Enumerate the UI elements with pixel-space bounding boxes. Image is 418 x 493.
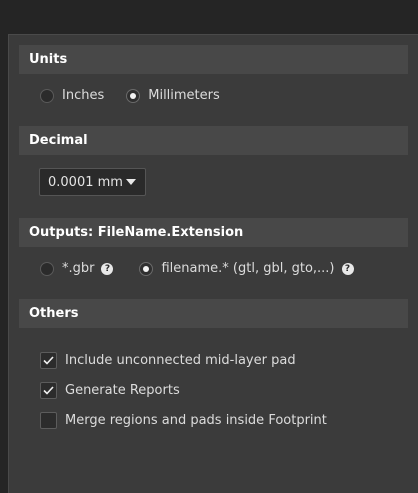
radio-circle-icon [40, 261, 54, 276]
options-panel: Units Inches Millimeters Decimal 0.0001 … [8, 34, 418, 493]
checkbox-include-unconnected-label: Include unconnected mid-layer pad [65, 353, 296, 368]
decimal-dropdown[interactable]: 0.0001 mm [39, 168, 146, 196]
help-icon[interactable]: ? [341, 262, 354, 275]
others-header: Others [19, 299, 408, 328]
checkbox-merge-regions-label: Merge regions and pads inside Footprint [65, 413, 327, 428]
units-millimeters-radio[interactable]: Millimeters [126, 88, 220, 103]
outputs-options: *.gbr ? filename.* (gtl, gbl, gto,...) ? [40, 261, 354, 276]
help-icon[interactable]: ? [101, 262, 114, 275]
outputs-filename-radio[interactable]: filename.* (gtl, gbl, gto,...) [139, 261, 335, 276]
outputs-header: Outputs: FileName.Extension [19, 218, 408, 247]
radio-circle-icon [40, 88, 54, 103]
units-inches-radio[interactable]: Inches [40, 88, 104, 103]
units-header: Units [19, 45, 408, 74]
outputs-filename-label: filename.* (gtl, gbl, gto,...) [161, 261, 335, 276]
chevron-down-icon [126, 179, 136, 185]
units-inches-label: Inches [62, 88, 105, 103]
checkbox-include-unconnected[interactable]: Include unconnected mid-layer pad [40, 352, 296, 369]
outputs-gbr-radio[interactable]: *.gbr [40, 261, 94, 276]
checkbox-checked-icon [40, 352, 57, 369]
checkbox-generate-reports[interactable]: Generate Reports [40, 382, 180, 399]
units-millimeters-label: Millimeters [148, 88, 220, 103]
checkbox-checked-icon [40, 382, 57, 399]
decimal-selected-value: 0.0001 mm [48, 174, 123, 190]
units-options: Inches Millimeters [40, 88, 220, 103]
checkbox-merge-regions[interactable]: Merge regions and pads inside Footprint [40, 412, 327, 429]
checkbox-generate-reports-label: Generate Reports [65, 383, 180, 398]
outputs-gbr-label: *.gbr [62, 261, 95, 276]
radio-selected-icon [126, 88, 141, 103]
decimal-header: Decimal [19, 126, 408, 155]
radio-selected-icon [139, 261, 154, 276]
checkbox-empty-icon [40, 412, 57, 429]
